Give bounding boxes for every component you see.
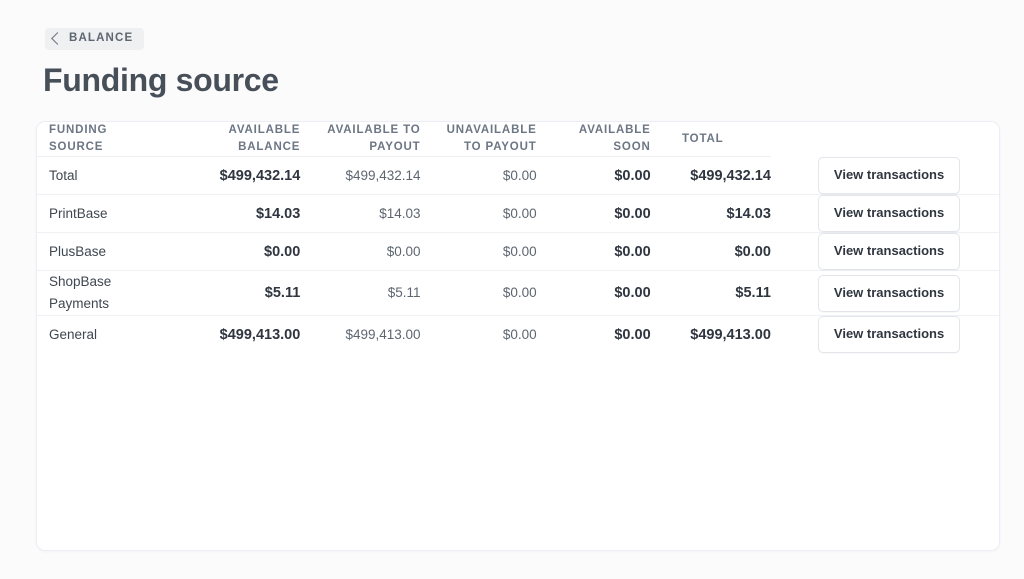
cell-available-to-payout: $499,413.00: [345, 326, 421, 342]
funding-source-table: FUNDING SOURCE AVAILABLE BALANCE AVAILAB…: [37, 122, 999, 353]
cell-available-soon: $0.00: [614, 326, 651, 343]
cell-funding-source: PlusBase: [37, 232, 174, 271]
cell-available-soon: $0.00: [536, 232, 651, 271]
cell-unavailable-to-payout: $0.00: [420, 232, 537, 271]
column-header-funding-source-line2: SOURCE: [49, 141, 104, 153]
table-row: PlusBase $0.00 $0.00 $0.00 $0.00 $0.00 V…: [37, 232, 999, 271]
column-header-available-balance: AVAILABLE BALANCE: [173, 122, 301, 157]
column-header-available-to-payout-line1: AVAILABLE TO: [327, 124, 421, 136]
funding-source-card: FUNDING SOURCE AVAILABLE BALANCE AVAILAB…: [36, 121, 1000, 551]
breadcrumb-balance-link[interactable]: BALANCE: [45, 28, 145, 50]
chevron-left-icon: [51, 32, 64, 46]
cell-available-to-payout: $499,432.14: [300, 156, 421, 195]
column-header-available-to-payout: AVAILABLE TO PAYOUT: [300, 122, 421, 157]
cell-unavailable-to-payout: $0.00: [502, 326, 537, 342]
column-header-available-soon-line2: SOON: [613, 141, 651, 153]
column-header-available-soon: AVAILABLE SOON: [536, 122, 651, 157]
cell-total: $5.11: [650, 270, 771, 316]
view-transactions-button[interactable]: View transactions: [817, 195, 961, 232]
table-row: General $499,413.00 $499,413.00 $0.00 $0…: [37, 316, 999, 353]
column-header-unavailable-to-payout: UNAVAILABLE TO PAYOUT: [420, 122, 537, 157]
cell-available-to-payout: $14.03: [300, 194, 421, 233]
cell-total: $14.03: [650, 194, 771, 233]
cell-available-balance: $5.11: [173, 270, 301, 316]
cell-unavailable-to-payout: $0.00: [420, 194, 537, 233]
column-header-available-balance-line2: BALANCE: [238, 141, 301, 153]
column-header-total-line1: TOTAL: [682, 132, 724, 145]
view-transactions-button[interactable]: View transactions: [817, 316, 961, 353]
column-header-available-balance-line1: AVAILABLE: [228, 124, 301, 136]
cell-funding-source: Total: [37, 156, 174, 195]
table-row: PrintBase $14.03 $14.03 $0.00 $0.00 $14.…: [37, 194, 999, 233]
cell-available-balance: $499,432.14: [173, 156, 301, 195]
cell-actions: View transactions: [770, 270, 999, 316]
column-header-unavailable-to-payout-line2: TO PAYOUT: [464, 141, 537, 153]
column-header-total: TOTAL: [650, 122, 771, 157]
cell-unavailable-to-payout: $0.00: [420, 156, 537, 195]
column-header-actions: [771, 122, 999, 157]
cell-available-soon: $0.00: [536, 194, 651, 233]
view-transactions-button[interactable]: View transactions: [817, 157, 961, 194]
cell-total: $499,432.14: [650, 156, 771, 195]
cell-available-to-payout: $5.11: [300, 270, 421, 316]
cell-unavailable-to-payout: $0.00: [420, 270, 537, 316]
cell-available-balance: $14.03: [173, 194, 301, 233]
cell-actions: View transactions: [771, 316, 999, 353]
page-title: Funding source: [43, 62, 279, 98]
column-header-funding-source: FUNDING SOURCE: [37, 122, 174, 157]
cell-available-soon: $0.00: [536, 156, 651, 195]
column-header-funding-source-line1: FUNDING: [49, 124, 108, 136]
table-body: Total $499,432.14 $499,432.14 $0.00 $0.0…: [37, 156, 999, 353]
cell-available-to-payout: $0.00: [300, 232, 421, 271]
table-row: ShopBase Payments $5.11 $5.11 $0.00 $0.0…: [37, 270, 999, 316]
table-header: FUNDING SOURCE AVAILABLE BALANCE AVAILAB…: [37, 122, 999, 157]
cell-funding-source: PrintBase: [37, 194, 174, 233]
view-transactions-button[interactable]: View transactions: [817, 233, 961, 270]
cell-available-balance: $499,413.00: [219, 326, 301, 343]
view-transactions-button[interactable]: View transactions: [817, 274, 961, 312]
cell-available-balance: $0.00: [173, 232, 301, 271]
funding-source-page: BALANCE Funding source FUNDING SOURCE AV…: [0, 0, 1024, 579]
cell-funding-source: ShopBase Payments: [37, 270, 174, 316]
cell-total: $0.00: [650, 232, 771, 271]
column-header-available-to-payout-line2: PAYOUT: [369, 141, 421, 153]
cell-actions: View transactions: [770, 232, 999, 271]
column-header-unavailable-to-payout-line1: UNAVAILABLE: [446, 124, 537, 136]
cell-actions: View transactions: [770, 194, 999, 233]
cell-available-soon: $0.00: [536, 270, 651, 316]
breadcrumb-label: BALANCE: [69, 32, 134, 44]
cell-funding-source: General: [49, 326, 98, 342]
cell-total: $499,413.00: [690, 326, 771, 343]
cell-actions: View transactions: [770, 156, 999, 195]
column-header-available-soon-line1: AVAILABLE: [578, 124, 651, 136]
table-row: Total $499,432.14 $499,432.14 $0.00 $0.0…: [37, 156, 999, 195]
table-header-row: FUNDING SOURCE AVAILABLE BALANCE AVAILAB…: [37, 122, 999, 157]
